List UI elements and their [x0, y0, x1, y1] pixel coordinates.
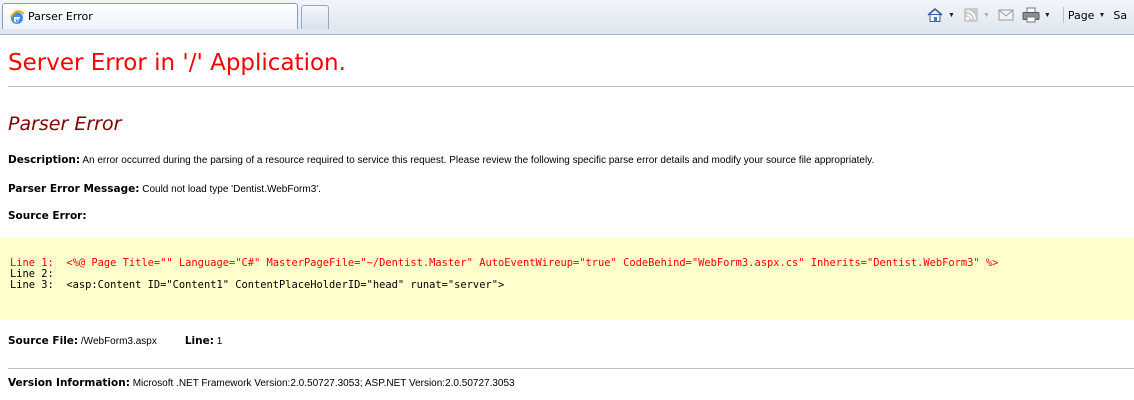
source-file-label: Source File: — [8, 335, 79, 347]
description-row: Description: An error occurred during th… — [8, 154, 874, 166]
chevron-down-icon[interactable]: ▼ — [983, 12, 990, 19]
source-error-heading: Source Error: — [8, 210, 87, 222]
source-error-label: Source Error: — [8, 210, 87, 222]
print-button[interactable]: ▼ — [1022, 7, 1055, 23]
line-number-label: Line: — [184, 335, 214, 347]
read-mail-button[interactable] — [998, 8, 1014, 22]
svg-text:e: e — [14, 15, 20, 25]
description-label: Description: — [8, 154, 81, 166]
version-info-row: Version Information: Microsoft .NET Fram… — [8, 377, 515, 389]
safety-menu-button[interactable]: Sa — [1113, 9, 1127, 22]
home-icon — [926, 7, 944, 23]
source-line-1: Line 1: <%@ Page Title="" Language="C#" … — [10, 258, 1134, 269]
toolbar-separator — [1062, 7, 1064, 23]
print-icon — [1022, 7, 1040, 23]
read-mail-icon — [998, 8, 1014, 22]
home-button[interactable]: ▼ — [926, 7, 959, 23]
source-line-code: <asp:Content ID="Content1" ContentPlaceH… — [66, 279, 505, 291]
page-title: Server Error in '/' Application. — [8, 50, 346, 76]
command-bar: ▼ ▼ ▼ Page ▼ Sa — [926, 4, 1131, 26]
safety-menu-label: Sa — [1113, 8, 1128, 22]
browser-tab-active[interactable]: e Parser Error — [2, 3, 298, 29]
page-content: Server Error in '/' Application. Parser … — [0, 34, 1134, 400]
page-menu-label: Page — [1067, 8, 1095, 22]
tab-title: Parser Error — [28, 10, 93, 23]
error-message-row: Parser Error Message: Could not load typ… — [8, 183, 321, 195]
error-message-text: Could not load type 'Dentist.WebForm3'. — [139, 184, 321, 195]
line-number-value: 1 — [213, 336, 223, 347]
source-file-value: /WebForm3.aspx — [78, 336, 157, 347]
divider — [8, 368, 1134, 369]
browser-tab-bar: e Parser Error ▼ ▼ ▼ Page ▼ Sa — [0, 0, 1134, 35]
rss-feed-icon — [963, 7, 979, 23]
new-tab-button[interactable] — [301, 5, 329, 29]
page-menu-button[interactable]: Page ▼ — [1068, 9, 1110, 22]
chevron-down-icon[interactable]: ▼ — [1044, 12, 1051, 19]
version-info-label: Version Information: — [8, 377, 130, 389]
description-text: An error occurred during the parsing of … — [80, 155, 875, 166]
source-line-label: Line 3: — [10, 279, 67, 291]
chevron-down-icon: ▼ — [1098, 11, 1106, 19]
source-line-code: <%@ Page Title="" Language="C#" MasterPa… — [66, 257, 999, 269]
divider — [8, 86, 1134, 87]
source-file-row: Source File: /WebForm3.aspx Line: 1 — [8, 335, 222, 347]
version-info-text: Microsoft .NET Framework Version:2.0.507… — [129, 378, 515, 389]
ie-logo-icon: e — [9, 9, 25, 25]
error-message-label: Parser Error Message: — [8, 183, 140, 195]
source-line-3: Line 3: <asp:Content ID="Content1" Conte… — [10, 280, 1134, 291]
chevron-down-icon[interactable]: ▼ — [948, 12, 955, 19]
feeds-button[interactable]: ▼ — [963, 7, 994, 23]
error-title: Parser Error — [8, 113, 122, 135]
source-code-box: Line 1: <%@ Page Title="" Language="C#" … — [0, 238, 1134, 320]
